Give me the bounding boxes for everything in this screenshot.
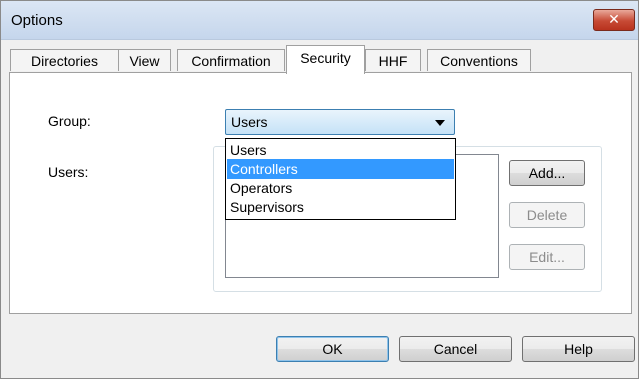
title-bar[interactable]: Options ✕	[1, 1, 638, 40]
tab-strip: Directories View Confirmation Security H…	[1, 45, 638, 74]
group-label: Group:	[48, 113, 91, 129]
tab-hhf[interactable]: HHF	[365, 49, 421, 71]
delete-button[interactable]: Delete	[509, 202, 585, 228]
close-button[interactable]: ✕	[593, 9, 635, 31]
options-dialog: Options ✕ Directories View Confirmation …	[0, 0, 639, 379]
close-icon: ✕	[608, 11, 620, 27]
edit-button[interactable]: Edit...	[509, 244, 585, 270]
group-combobox[interactable]: Users	[225, 109, 455, 135]
group-dropdown-list[interactable]: Users Controllers Operators Supervisors	[225, 138, 456, 220]
dropdown-option-controllers[interactable]: Controllers	[227, 159, 454, 179]
tab-security[interactable]: Security	[286, 45, 365, 74]
tab-conventions[interactable]: Conventions	[427, 49, 531, 71]
users-label: Users:	[48, 164, 89, 180]
dropdown-option-operators[interactable]: Operators	[227, 178, 454, 198]
tab-confirmation[interactable]: Confirmation	[177, 49, 285, 71]
add-button[interactable]: Add...	[509, 160, 585, 186]
cancel-button[interactable]: Cancel	[399, 336, 512, 362]
ok-button[interactable]: OK	[276, 336, 389, 362]
chevron-down-icon[interactable]	[435, 120, 445, 126]
help-button[interactable]: Help	[522, 336, 635, 362]
tab-directories[interactable]: Directories	[10, 49, 119, 71]
window-title: Options	[11, 12, 63, 29]
dropdown-option-users[interactable]: Users	[227, 140, 454, 160]
group-combobox-value: Users	[231, 114, 268, 130]
dropdown-option-supervisors[interactable]: Supervisors	[227, 197, 454, 217]
tab-view[interactable]: View	[118, 49, 171, 71]
